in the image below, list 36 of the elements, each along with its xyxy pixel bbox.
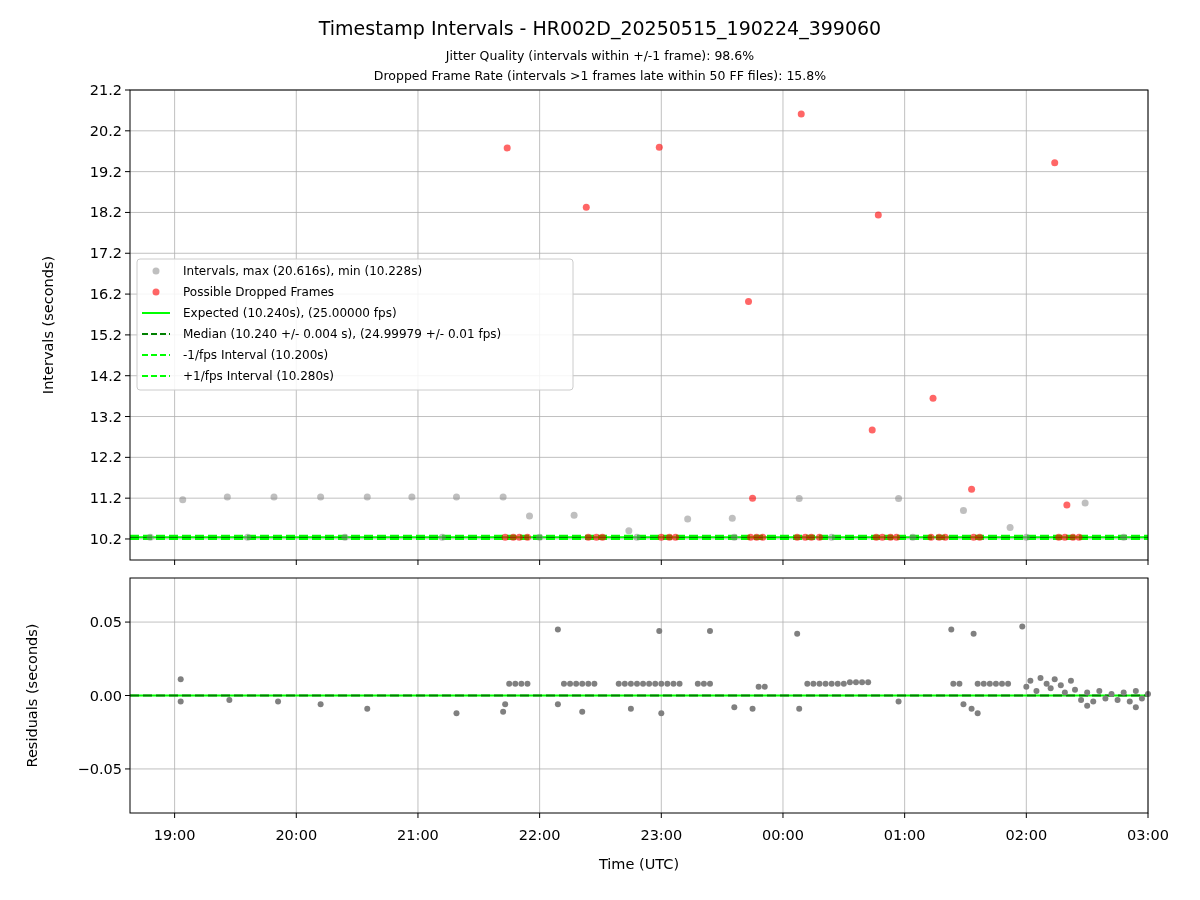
axis-label: Intervals (seconds) — [40, 255, 56, 395]
tick-label: 13.2 — [89, 408, 122, 425]
legend-label: -1/fps Interval (10.200s) — [183, 348, 329, 362]
tick-label: 18.2 — [89, 204, 122, 221]
tick-label: 10.2 — [89, 531, 122, 547]
tick-label: 20.2 — [89, 122, 122, 139]
legend-label: Intervals, max (20.616s), min (10.228s) — [183, 264, 423, 278]
tick-label: 12.2 — [89, 449, 122, 466]
tick-label: 21:00 — [397, 827, 439, 843]
tick-label: −0.05 — [77, 760, 122, 777]
legend-label: Expected (10.240s), (25.00000 fps) — [183, 306, 397, 320]
tick-label: 14.2 — [89, 367, 122, 384]
tick-label: 0.00 — [89, 687, 122, 704]
tick-label: 15.2 — [89, 326, 122, 343]
tick-label: 16.2 — [89, 286, 122, 303]
tick-label: 23:00 — [640, 827, 683, 843]
tick-label: 22:00 — [518, 827, 561, 843]
tick-label: 00:00 — [762, 827, 804, 843]
tick-label: 0.05 — [89, 614, 122, 631]
legend-label: +1/fps Interval (10.280s) — [183, 369, 334, 383]
axis-label: Residuals (seconds) — [24, 623, 40, 768]
axis-label: Time (UTC) — [598, 856, 680, 872]
tick-label: 19.2 — [89, 163, 122, 180]
tick-label: 02:00 — [1005, 827, 1048, 843]
tick-label: 20:00 — [275, 827, 318, 843]
tick-label: 11.2 — [89, 490, 122, 507]
tick-label: 01:00 — [883, 827, 926, 843]
tick-label: 03:00 — [1127, 827, 1169, 843]
tick-label: 19:00 — [153, 827, 196, 843]
chart-subtitle: Jitter Quality (intervals within +/-1 frame): 98.6% — [445, 47, 755, 65]
tick-label: 17.2 — [89, 245, 122, 262]
chart-subtitle: Dropped Frame Rate (intervals >1 frames late within 50 FF files): 15.8% — [373, 67, 827, 85]
legend-label: Possible Dropped Frames — [183, 285, 335, 299]
tick-label: 21.2 — [89, 85, 122, 98]
legend-label: Median (10.240 +/- 0.004 s), (24.99979 +/- 0.01 fps) — [183, 327, 502, 341]
chart-title: Timestamp Intervals - HR002D_20250515_190224_399060 — [318, 16, 882, 41]
